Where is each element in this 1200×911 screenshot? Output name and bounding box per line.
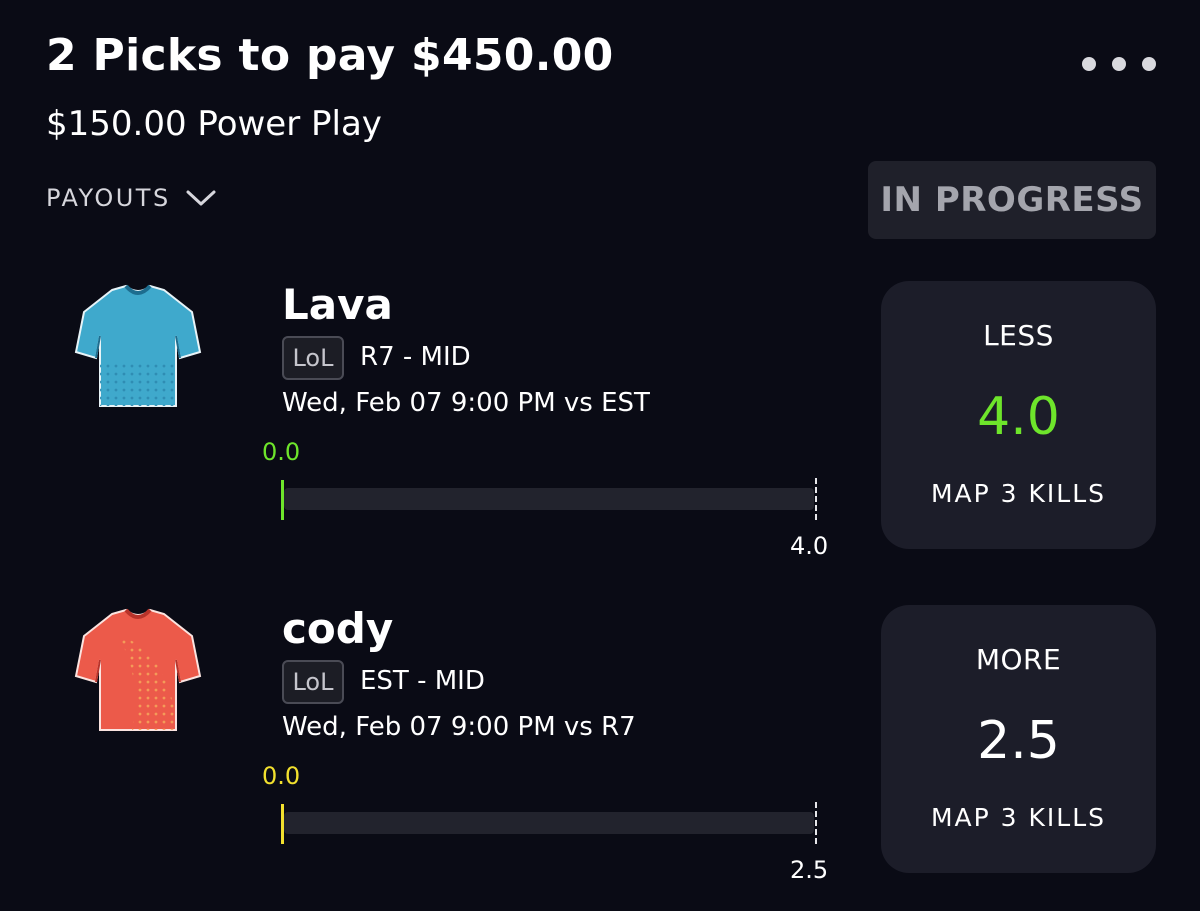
target-value: 4.0 <box>790 532 829 560</box>
progress-target-marker <box>815 802 817 844</box>
pick-direction: MORE <box>975 643 1062 676</box>
pick-stat: MAP 3 KILLS <box>930 479 1107 508</box>
entry-subtitle: $150.00 Power Play <box>46 104 382 144</box>
pick-row: Lava LoL R7 - MID Wed, Feb 07 9:00 PM vs… <box>0 280 1200 580</box>
more-dot-icon <box>1112 57 1126 71</box>
game-time: Wed, Feb 07 9:00 PM vs EST <box>282 388 650 418</box>
more-dot-icon <box>1082 57 1096 71</box>
jersey-blue-icon <box>74 284 202 407</box>
pick-direction: LESS <box>983 319 1054 352</box>
more-dot-icon <box>1142 57 1156 71</box>
current-value: 0.0 <box>262 762 301 790</box>
progress-start-marker <box>281 804 284 844</box>
status-badge: IN PROGRESS <box>868 161 1156 239</box>
pick-stat: MAP 3 KILLS <box>930 803 1107 832</box>
current-value: 0.0 <box>262 438 301 466</box>
payouts-toggle[interactable]: PAYOUTS <box>46 184 217 212</box>
entry-title: 2 Picks to pay $450.00 <box>46 30 614 81</box>
pick-line: 2.5 <box>977 711 1060 771</box>
more-options-button[interactable] <box>1070 52 1156 76</box>
payouts-label: PAYOUTS <box>46 184 171 212</box>
player-name: Lava <box>282 280 393 329</box>
pick-row: cody LoL EST - MID Wed, Feb 07 9:00 PM v… <box>0 604 1200 904</box>
progress-track <box>284 488 814 510</box>
chevron-down-icon <box>186 190 216 206</box>
pick-card[interactable]: LESS 4.0 MAP 3 KILLS <box>881 281 1156 549</box>
team-position: EST - MID <box>360 666 485 696</box>
team-position: R7 - MID <box>360 342 471 372</box>
target-value: 2.5 <box>790 856 829 884</box>
pick-card[interactable]: MORE 2.5 MAP 3 KILLS <box>881 605 1156 873</box>
progress-target-marker <box>815 478 817 520</box>
jersey-red-icon <box>74 608 202 731</box>
pick-line: 4.0 <box>977 387 1060 447</box>
player-name: cody <box>282 604 394 653</box>
league-tag: LoL <box>282 336 344 380</box>
progress-start-marker <box>281 480 284 520</box>
game-time: Wed, Feb 07 9:00 PM vs R7 <box>282 712 636 742</box>
progress-track <box>284 812 814 834</box>
league-tag: LoL <box>282 660 344 704</box>
